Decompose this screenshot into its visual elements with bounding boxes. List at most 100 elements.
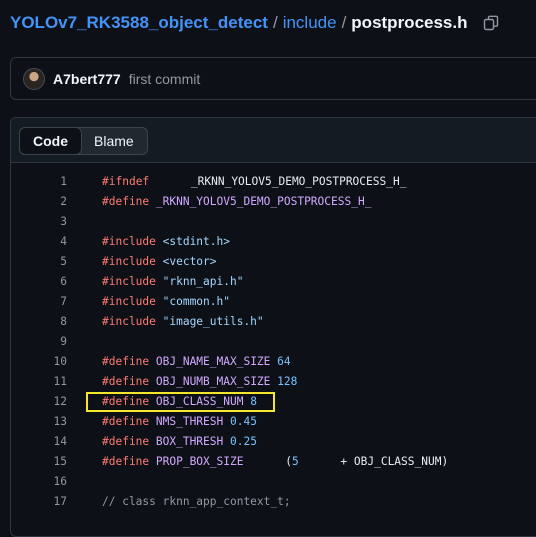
code-token: _RKNN_YOLOV5_DEMO_POSTPROCESS_H_ (149, 194, 372, 208)
file-viewer: Code Blame 1 #ifndef _RKNN_YOLOV5_DEMO_PO… (10, 117, 536, 537)
code-line: 15 #define PROP_BOX_SIZE (5 + OBJ_CLASS_N… (11, 451, 536, 471)
line-number[interactable]: 13 (11, 415, 67, 428)
code-token: 128 (270, 374, 298, 388)
code-token: 0.45 (223, 414, 257, 428)
code-token: "image_utils.h" (155, 314, 264, 328)
line-number[interactable]: 1 (11, 175, 67, 188)
line-source: #include <stdint.h> (102, 235, 230, 248)
line-number[interactable]: 17 (11, 495, 67, 508)
code-token: ( (278, 454, 292, 468)
code-token: #include (102, 274, 156, 288)
code-token: OBJ_CLASS_NUM (149, 394, 244, 408)
line-number[interactable]: 9 (11, 335, 67, 348)
line-source: #define OBJ_CLASS_NUM 8 (102, 395, 257, 408)
code-listing: 1 #ifndef _RKNN_YOLOV5_DEMO_POSTPROCESS_H… (11, 163, 536, 511)
code-token: <vector> (155, 254, 217, 268)
latest-commit-box: A7bert777 first commit (10, 57, 536, 100)
code-token: #define (102, 394, 150, 408)
line-number[interactable]: 7 (11, 295, 67, 308)
code-line: 12 #define OBJ_CLASS_NUM 8 (11, 391, 536, 411)
line-source: #include "image_utils.h" (102, 315, 264, 328)
code-token: BOX_THRESH (149, 434, 224, 448)
code-token: #define (102, 414, 150, 428)
line-number[interactable]: 4 (11, 235, 67, 248)
code-token: #define (102, 454, 150, 468)
code-token: #define (102, 434, 150, 448)
code-token: OBJ_NUMB_MAX_SIZE (149, 374, 271, 388)
copy-path-button[interactable] (482, 14, 500, 32)
code-token: #include (102, 314, 156, 328)
line-source: #include "common.h" (102, 295, 230, 308)
code-token: "rknn_api.h" (155, 274, 244, 288)
code-token: 0.25 (223, 434, 257, 448)
code-line: 11 #define OBJ_NUMB_MAX_SIZE 128 (11, 371, 536, 391)
line-number[interactable]: 8 (11, 315, 67, 328)
line-number[interactable]: 16 (11, 475, 67, 488)
code-token: 8 (243, 394, 257, 408)
tab-code[interactable]: Code (19, 127, 82, 155)
line-source: #define PROP_BOX_SIZE (5 + OBJ_CLASS_NUM… (102, 455, 448, 468)
code-token: #include (102, 294, 156, 308)
code-line: 4 #include <stdint.h> (11, 231, 536, 251)
code-line: 13 #define NMS_THRESH 0.45 (11, 411, 536, 431)
code-line: 17 // class rknn_app_context_t; (11, 491, 536, 511)
code-line: 9 (11, 331, 536, 351)
tab-blame[interactable]: Blame (82, 128, 147, 154)
line-number[interactable]: 14 (11, 435, 67, 448)
code-line: 14 #define BOX_THRESH 0.25 (11, 431, 536, 451)
avatar[interactable] (23, 67, 45, 90)
line-number[interactable]: 2 (11, 195, 67, 208)
code-token: _RKNN_YOLOV5_DEMO_POSTPROCESS_H_ (184, 174, 407, 188)
code-line: 5 #include <vector> (11, 251, 536, 271)
code-token: #include (102, 234, 156, 248)
breadcrumb: YOLOv7_RK3588_object_detect / include / … (10, 12, 500, 34)
commit-author-link[interactable]: A7bert777 (53, 71, 121, 87)
copy-icon (483, 15, 498, 31)
code-token: #define (102, 354, 150, 368)
line-source: // class rknn_app_context_t; (102, 495, 291, 508)
code-token: "common.h" (155, 294, 230, 308)
code-line: 7 #include "common.h" (11, 291, 536, 311)
line-source: #include "rknn_api.h" (102, 275, 243, 288)
breadcrumb-folder-link[interactable]: include (283, 12, 337, 34)
line-source: #define NMS_THRESH 0.45 (102, 415, 257, 428)
line-number[interactable]: 15 (11, 455, 67, 468)
code-line: 6 #include "rknn_api.h" (11, 271, 536, 291)
line-source: #ifndef _RKNN_YOLOV5_DEMO_POSTPROCESS_H_ (102, 175, 406, 188)
code-token: NMS_THRESH (149, 414, 224, 428)
breadcrumb-separator: / (272, 13, 278, 32)
breadcrumb-separator: / (341, 13, 347, 32)
line-number[interactable]: 11 (11, 375, 67, 388)
code-token: PROP_BOX_SIZE (149, 454, 244, 468)
line-source: #define OBJ_NAME_MAX_SIZE 64 (102, 355, 291, 368)
line-source: #define OBJ_NUMB_MAX_SIZE 128 (102, 375, 297, 388)
code-token: 64 (270, 354, 291, 368)
code-line: 16 (11, 471, 536, 491)
code-token: + OBJ_CLASS_NUM) (333, 454, 449, 468)
file-header: Code Blame (11, 118, 536, 163)
line-number[interactable]: 6 (11, 275, 67, 288)
line-source: #include <vector> (102, 255, 217, 268)
breadcrumb-file-name: postprocess.h (351, 13, 468, 32)
code-token: #include (102, 254, 156, 268)
line-number[interactable]: 3 (11, 215, 67, 228)
code-token: #define (102, 194, 150, 208)
code-line: 10 #define OBJ_NAME_MAX_SIZE 64 (11, 351, 536, 371)
code-token: // class rknn_app_context_t; (102, 494, 291, 508)
line-number[interactable]: 12 (11, 395, 67, 408)
code-line: 2 #define _RKNN_YOLOV5_DEMO_POSTPROCESS_H… (11, 191, 536, 211)
line-number[interactable]: 10 (11, 355, 67, 368)
line-number[interactable]: 5 (11, 255, 67, 268)
code-token: # (102, 174, 109, 188)
line-source: #define BOX_THRESH 0.25 (102, 435, 257, 448)
code-token: <stdint.h> (155, 234, 230, 248)
code-line: 8 #include "image_utils.h" (11, 311, 536, 331)
code-line: 3 (11, 211, 536, 231)
code-token: OBJ_NAME_MAX_SIZE (149, 354, 271, 368)
code-line: 1 #ifndef _RKNN_YOLOV5_DEMO_POSTPROCESS_H… (11, 171, 536, 191)
commit-message-link[interactable]: first commit (129, 71, 201, 87)
code-token: ifndef (108, 174, 150, 188)
code-blame-toggle: Code Blame (19, 127, 148, 155)
breadcrumb-repo-link[interactable]: YOLOv7_RK3588_object_detect (10, 12, 268, 34)
line-source: #define _RKNN_YOLOV5_DEMO_POSTPROCESS_H_ (102, 195, 371, 208)
